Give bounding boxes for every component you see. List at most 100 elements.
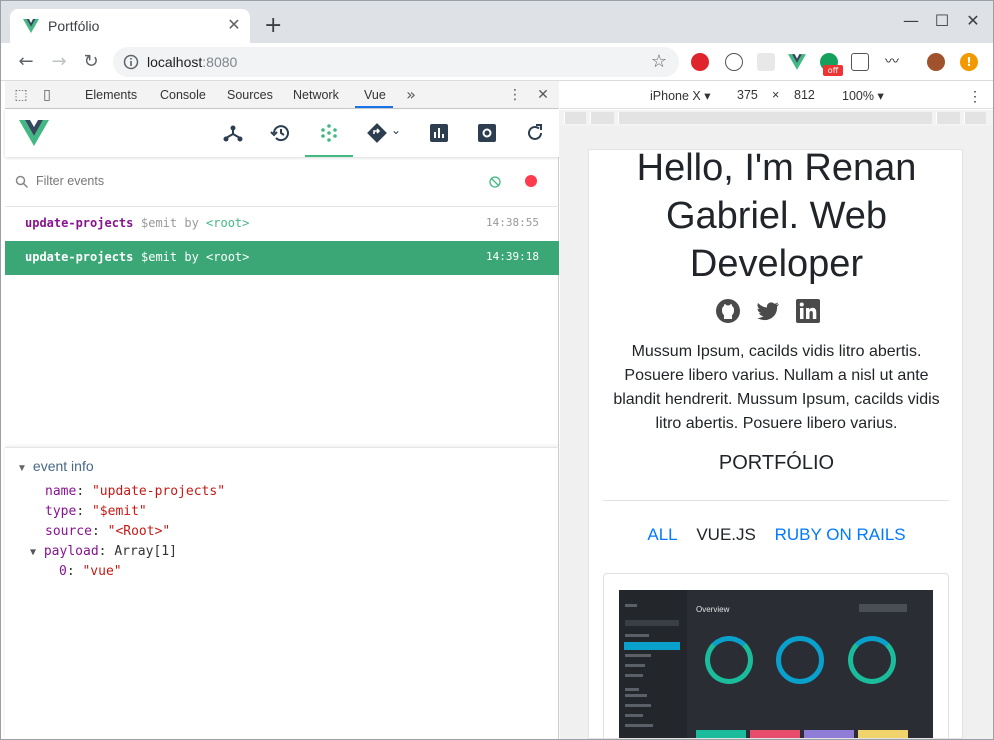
history-icon[interactable] [269, 121, 293, 145]
search-icon [15, 175, 29, 189]
site-info-icon[interactable] [123, 54, 139, 70]
devtools-panel: ⬚ ▯ Elements Console Sources Network Vue… [5, 81, 559, 739]
filter-events-input[interactable]: Filter events [36, 174, 104, 188]
screenshot-bar [858, 730, 908, 738]
event-row[interactable]: update-projects $emit by <root> 14:38:55 [5, 207, 559, 241]
devtools-tab-bar: ⬚ ▯ Elements Console Sources Network Vue… [5, 81, 559, 109]
twitter-icon[interactable] [755, 298, 781, 324]
event-kind: $emit by [141, 250, 199, 264]
hero-heading: Hello, I'm Renan Gabriel. Web Developer [589, 149, 962, 288]
browser-tab[interactable]: Portfólio ✕ [10, 9, 250, 43]
minimize-button[interactable]: — [901, 11, 921, 31]
device-width-input[interactable]: 375 [737, 88, 758, 102]
active-tab-indicator [355, 106, 393, 108]
filter-ruby-on-rails[interactable]: RUBY ON RAILS [775, 525, 906, 545]
events-icon[interactable] [317, 121, 341, 145]
prop-payload[interactable]: ▼ payload: Array[1] [30, 544, 177, 559]
back-button[interactable]: ← [15, 51, 37, 73]
prop-type: type: "$emit" [45, 504, 147, 519]
browser-toolbar: ← → ↻ localhost:8080 ☆ off 〰 ! [1, 43, 993, 81]
vue-devtools-extension-icon[interactable] [788, 53, 806, 71]
routing-dropdown-icon[interactable]: ⌄ [391, 123, 401, 137]
hero-line: Developer [689, 243, 864, 285]
record-events-button[interactable] [525, 175, 537, 187]
hero-line: Gabriel. Web [665, 195, 888, 237]
prop-payload-item: 0: "vue" [59, 564, 122, 579]
caret-down-icon: ▼ [17, 463, 27, 474]
tab-network[interactable]: Network [293, 88, 339, 102]
screenshot-bar [750, 730, 800, 738]
screenshot-bar [804, 730, 854, 738]
zoom-select[interactable]: 100% ▾ [842, 88, 884, 103]
url-text: localhost:8080 [147, 54, 237, 70]
device-emulation-area: iPhone X ▾ 375 × 812 100% ▾ ⋮ Hello, I'm… [560, 81, 993, 739]
tab-vue[interactable]: Vue [364, 88, 386, 102]
event-info-toggle[interactable]: ▼ event info [17, 458, 94, 474]
browser-window: Portfólio ✕ + — ☐ ✕ ← → ↻ localhost:8080… [0, 0, 994, 740]
maximize-button[interactable]: ☐ [932, 11, 952, 31]
code-extension-icon[interactable] [725, 53, 743, 71]
event-row-selected[interactable]: update-projects $emit by <root> 14:39:18 [5, 241, 559, 275]
puzzle-extension-icon[interactable] [757, 53, 775, 71]
tab-sources[interactable]: Sources [227, 88, 273, 102]
devtools-close-icon[interactable]: ✕ [535, 87, 551, 103]
wave-extension-icon[interactable]: 〰 [883, 53, 901, 71]
project-screenshot: Overview [619, 590, 933, 738]
settings-icon[interactable] [475, 121, 499, 145]
vue-logo-icon [19, 120, 49, 146]
project-card[interactable]: Overview [603, 573, 949, 738]
emulated-page: Hello, I'm Renan Gabriel. Web Developer [588, 149, 963, 739]
event-target: <root> [206, 216, 250, 230]
reload-button[interactable]: ↻ [80, 51, 102, 73]
more-tabs-icon[interactable]: » [403, 87, 419, 103]
pocket-extension-icon[interactable] [851, 53, 869, 71]
bookmark-star-icon[interactable]: ☆ [651, 51, 667, 72]
event-target: <root> [206, 250, 250, 264]
filter-events-bar: Filter events [5, 157, 559, 207]
event-meta: $emit by <root> [141, 250, 249, 264]
update-alert-icon[interactable]: ! [960, 53, 978, 71]
refresh-icon[interactable] [523, 121, 547, 145]
times-symbol: × [772, 88, 780, 102]
vue-toolbar: ⌄ [5, 109, 559, 157]
forward-button[interactable]: → [48, 51, 70, 73]
linkedin-icon[interactable] [795, 298, 821, 324]
device-menu-icon[interactable]: ⋮ [968, 88, 982, 105]
prop-source: source: "<Root>" [45, 524, 171, 539]
screenshot-chart-ring [776, 636, 824, 684]
device-toolbar-icon[interactable]: ▯ [39, 87, 55, 103]
github-icon[interactable] [715, 298, 741, 324]
media-query-ruler[interactable] [560, 110, 993, 126]
devtools-menu-icon[interactable]: ⋮ [507, 87, 523, 103]
filter-vuejs[interactable]: VUE.JS [696, 525, 756, 545]
inspect-element-icon[interactable]: ⬚ [13, 87, 29, 103]
vue-favicon-icon [23, 19, 39, 33]
address-bar[interactable]: localhost:8080 ☆ [113, 47, 679, 77]
close-window-button[interactable]: ✕ [963, 11, 983, 31]
screenshot-chart-ring [705, 636, 753, 684]
device-height-input[interactable]: 812 [794, 88, 815, 102]
profile-avatar[interactable] [927, 53, 945, 71]
tab-close-icon[interactable]: ✕ [226, 17, 242, 33]
tab-title: Portfólio [48, 18, 100, 34]
screenshot-title: Overview [696, 605, 730, 614]
device-toolbar: iPhone X ▾ 375 × 812 100% ▾ ⋮ [560, 81, 993, 109]
routing-icon[interactable] [365, 121, 389, 145]
performance-icon[interactable] [427, 121, 451, 145]
screenshot-bar [696, 730, 746, 738]
hero-line: Hello, I'm Renan [636, 149, 917, 189]
url-host: localhost [147, 54, 203, 70]
divider [603, 500, 949, 501]
device-select[interactable]: iPhone X ▾ [650, 88, 710, 103]
adblock-extension-icon[interactable] [691, 53, 709, 71]
filter-all[interactable]: ALL [647, 525, 677, 545]
prop-name: name: "update-projects" [45, 484, 226, 499]
new-tab-button[interactable]: + [264, 15, 282, 37]
tab-elements[interactable]: Elements [85, 88, 137, 102]
tab-console[interactable]: Console [160, 88, 206, 102]
event-meta: $emit by <root> [141, 216, 249, 230]
screenshot-sidebar [619, 590, 687, 738]
bio-text: Mussum Ipsum, cacilds vidis litro aberti… [613, 343, 940, 432]
components-icon[interactable] [221, 121, 245, 145]
clear-events-icon[interactable] [488, 175, 502, 189]
